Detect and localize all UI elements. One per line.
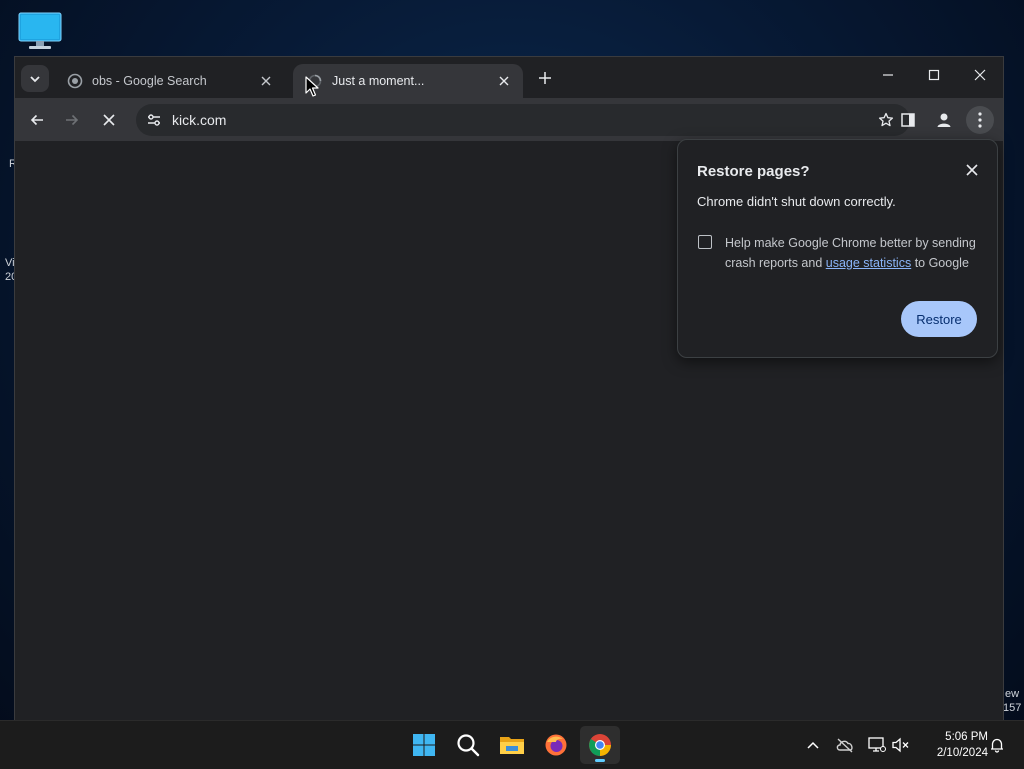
volume-muted-icon [892, 737, 909, 753]
chevron-down-icon [30, 75, 40, 82]
dialog-message: Chrome didn't shut down correctly. [697, 194, 896, 209]
minimize-icon [883, 74, 893, 76]
forward-button[interactable] [58, 106, 86, 134]
active-app-indicator [595, 759, 605, 762]
profile-button[interactable] [930, 106, 958, 134]
maximize-button[interactable] [911, 57, 957, 93]
arrow-right-icon [66, 114, 79, 126]
tab-strip: obs - Google Search Just a moment... [15, 57, 1003, 98]
desktop-text-fragment: 157 [1003, 702, 1022, 714]
file-explorer-button[interactable] [492, 726, 532, 764]
checkbox-label-text-end: to Google [911, 256, 969, 270]
close-icon [974, 69, 986, 81]
desktop-text-fragment: ew [1005, 688, 1020, 700]
this-pc-desktop-icon[interactable] [18, 12, 62, 52]
chrome-icon [589, 734, 611, 756]
back-button[interactable] [23, 106, 51, 134]
bookmark-star-icon[interactable] [876, 110, 896, 130]
side-panel-button[interactable] [894, 106, 922, 134]
usage-stats-checkbox[interactable] [698, 235, 712, 249]
tab-google-search[interactable]: obs - Google Search [53, 64, 285, 98]
tab-title: obs - Google Search [92, 74, 207, 88]
cloud-off-icon [836, 738, 853, 753]
address-bar[interactable]: kick.com [136, 104, 910, 136]
tune-icon [148, 114, 160, 126]
side-panel-icon [901, 113, 915, 127]
site-info-button[interactable] [142, 108, 166, 132]
menu-button[interactable] [966, 106, 994, 134]
toolbar: kick.com [15, 98, 1003, 141]
taskbar: 5:06 PM 2/10/2024 [0, 720, 1024, 769]
tab-search-button[interactable] [21, 65, 49, 92]
start-button[interactable] [404, 726, 444, 764]
firefox-button[interactable] [536, 726, 576, 764]
file-explorer-icon [500, 737, 524, 754]
volume-tray-button[interactable] [890, 735, 912, 755]
network-tray-button[interactable] [866, 735, 888, 755]
close-icon[interactable] [495, 72, 513, 90]
taskbar-search-button[interactable] [448, 726, 488, 764]
tab-just-a-moment[interactable]: Just a moment... [293, 64, 523, 98]
notifications-button[interactable] [986, 735, 1008, 755]
taskbar-clock[interactable]: 5:06 PM 2/10/2024 [918, 729, 988, 761]
close-window-button[interactable] [957, 57, 1003, 93]
stop-loading-button[interactable] [95, 106, 123, 134]
usage-statistics-link[interactable]: usage statistics [826, 256, 911, 270]
restore-pages-dialog: Restore pages? Chrome didn't shut down c… [677, 139, 998, 358]
close-icon [103, 114, 115, 126]
google-icon [67, 73, 83, 89]
maximize-icon [928, 69, 940, 81]
desktop-text-fragment: Vi [5, 257, 15, 269]
arrow-left-icon [30, 114, 43, 126]
new-tab-button[interactable] [533, 67, 557, 89]
show-hidden-icons-button[interactable] [802, 735, 824, 755]
search-icon [457, 734, 480, 757]
start-icon [413, 734, 435, 756]
chrome-button[interactable] [580, 726, 620, 764]
tab-title: Just a moment... [332, 74, 425, 88]
url-text[interactable]: kick.com [172, 112, 226, 128]
firefox-icon [545, 734, 567, 756]
close-icon[interactable] [257, 72, 275, 90]
restore-button[interactable]: Restore [901, 301, 977, 337]
clock-time: 5:06 PM [945, 731, 988, 743]
clock-date: 2/10/2024 [936, 747, 988, 759]
onedrive-tray-button[interactable] [834, 735, 856, 755]
bell-icon [991, 738, 1003, 753]
checkbox-label: Help make Google Chrome better by sendin… [725, 233, 983, 273]
mouse-cursor-icon [305, 76, 319, 97]
chevron-up-icon [807, 741, 819, 749]
close-icon[interactable] [961, 159, 983, 181]
profile-icon [937, 113, 951, 127]
dialog-title: Restore pages? [697, 163, 810, 180]
network-icon [868, 737, 886, 752]
more-vert-icon [978, 112, 982, 128]
minimize-button[interactable] [865, 57, 911, 93]
plus-icon [539, 72, 551, 84]
